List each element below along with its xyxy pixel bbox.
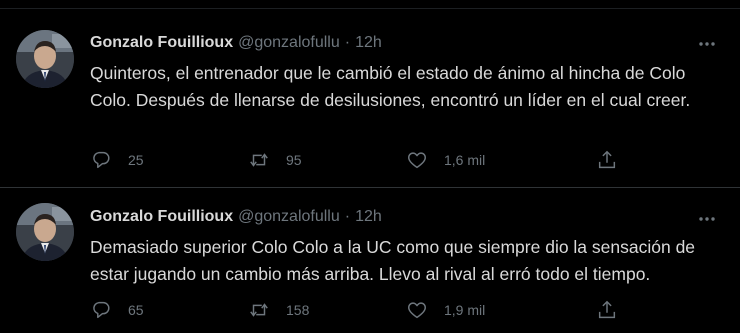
tweet[interactable]: Gonzalo Fouillioux @gonzalofullu · 12h D… (0, 188, 740, 333)
tweet-text: Demasiado superior Colo Colo a la UC com… (90, 237, 696, 284)
like-count: 1,9 mil (444, 302, 486, 318)
tweet[interactable]: Gonzalo Fouillioux @gonzalofullu · 12h Q… (0, 0, 740, 187)
tweet-text: Quinteros, el entrenador que le cambió e… (90, 63, 691, 110)
author-handle[interactable]: @gonzalofullu (238, 34, 340, 52)
tweet-header: Gonzalo Fouillioux @gonzalofullu · 12h (90, 206, 382, 228)
timestamp[interactable]: 12h (355, 208, 382, 226)
avatar[interactable] (16, 203, 74, 261)
reply-count: 65 (128, 302, 144, 318)
like-button[interactable]: 1,9 mil (406, 298, 485, 322)
tweet-actions: 25 95 1,6 mil (90, 148, 630, 172)
reply-icon (93, 151, 110, 169)
avatar[interactable] (16, 30, 74, 88)
reply-button[interactable]: 65 (90, 298, 144, 322)
share-icon (598, 150, 616, 169)
retweet-button[interactable]: 95 (248, 148, 302, 172)
like-button[interactable]: 1,6 mil (406, 148, 485, 172)
more-icon (699, 42, 715, 46)
tweet-header: Gonzalo Fouillioux @gonzalofullu · 12h (90, 32, 382, 54)
more-icon (699, 217, 715, 221)
more-button[interactable] (696, 33, 718, 55)
reply-icon (93, 301, 110, 319)
like-count: 1,6 mil (444, 152, 486, 168)
retweet-icon (250, 153, 268, 167)
avatar-image (16, 203, 74, 261)
tweet-actions: 65 158 1,9 mil (90, 298, 630, 322)
avatar-image (16, 30, 74, 88)
tweet-feed: Gonzalo Fouillioux @gonzalofullu · 12h Q… (0, 0, 740, 333)
share-icon (598, 300, 616, 319)
retweet-count: 95 (286, 152, 302, 168)
timestamp[interactable]: 12h (355, 34, 382, 52)
like-icon (408, 302, 426, 319)
author-name[interactable]: Gonzalo Fouillioux (90, 208, 233, 226)
more-button[interactable] (696, 208, 718, 230)
retweet-button[interactable]: 158 (248, 298, 309, 322)
reply-count: 25 (128, 152, 144, 168)
author-name[interactable]: Gonzalo Fouillioux (90, 34, 233, 52)
separator-dot: · (344, 34, 351, 51)
retweet-count: 158 (286, 302, 310, 318)
retweet-icon (250, 303, 268, 317)
like-icon (408, 152, 426, 169)
separator-dot: · (344, 208, 351, 225)
share-button[interactable] (596, 298, 618, 322)
reply-button[interactable]: 25 (90, 148, 144, 172)
author-handle[interactable]: @gonzalofullu (238, 208, 340, 226)
share-button[interactable] (596, 148, 618, 172)
